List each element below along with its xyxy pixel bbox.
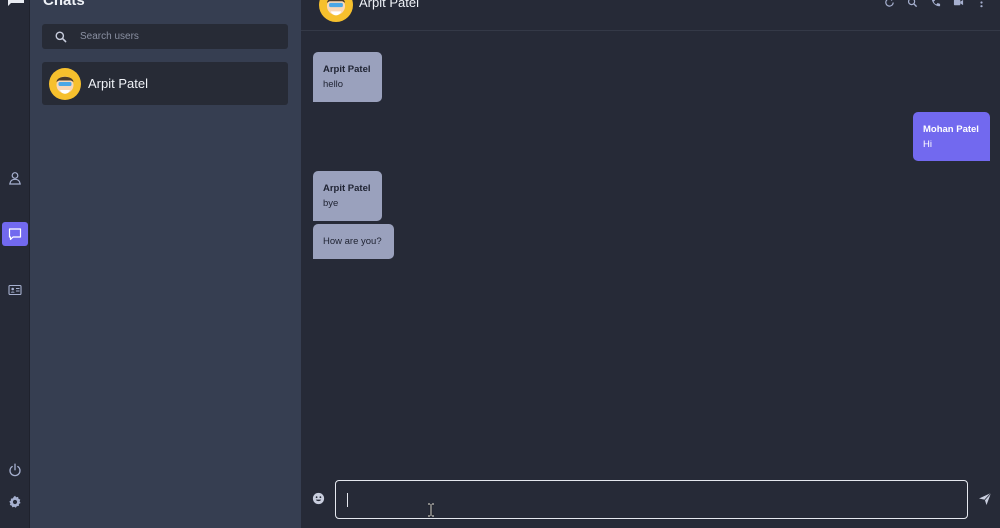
contact-name: Arpit Patel	[88, 76, 148, 91]
chats-sidebar: Chats Arpit Patel	[30, 0, 301, 528]
message-bubble-incoming: Arpit Patel bye	[313, 171, 382, 221]
chat-peer-name: Arpit Patel	[359, 0, 419, 10]
chat-panel: Arpit Patel Arpit Patel hello Mohan Pate…	[301, 0, 1000, 528]
message-sender: Arpit Patel	[323, 183, 371, 194]
text-cursor-icon	[428, 503, 434, 517]
phone-icon	[931, 0, 941, 7]
chats-nav-button[interactable]	[2, 222, 28, 246]
refresh-button[interactable]	[883, 0, 896, 9]
profile-nav-button[interactable]	[2, 166, 28, 190]
avatar	[319, 0, 353, 22]
message-bubble-incoming: How are you?	[313, 224, 394, 259]
logout-button[interactable]	[2, 458, 28, 482]
more-icon	[980, 1, 983, 8]
message-text: bye	[323, 198, 339, 209]
more-options-button[interactable]	[975, 0, 988, 9]
chat-icon	[8, 228, 22, 241]
message-sender: Arpit Patel	[323, 64, 371, 75]
contacts-nav-button[interactable]	[2, 278, 28, 302]
video-icon	[953, 0, 964, 6]
message-text: Hi	[923, 139, 932, 150]
app-window: Chats Arpit Patel	[0, 0, 1000, 528]
send-icon[interactable]	[978, 492, 992, 506]
video-call-button[interactable]	[952, 0, 965, 9]
search-input[interactable]	[80, 31, 270, 42]
search-icon	[54, 30, 68, 44]
user-icon	[9, 172, 21, 185]
chat-header: Arpit Patel	[301, 0, 1000, 31]
message-bubble-outgoing: Mohan Patel Hi	[913, 112, 990, 161]
power-icon	[9, 463, 21, 477]
contact-list-item[interactable]: Arpit Patel	[42, 62, 288, 105]
logo-icon	[8, 0, 24, 6]
chat-header-actions	[883, 0, 988, 9]
text-caret	[347, 493, 348, 507]
message-bubble-incoming: Arpit Patel hello	[313, 52, 382, 102]
search-button[interactable]	[906, 0, 919, 9]
avatar	[49, 67, 81, 100]
emoji-icon[interactable]	[312, 492, 325, 505]
message-composer	[335, 480, 968, 519]
message-text: hello	[323, 79, 344, 90]
search-box	[42, 24, 288, 49]
search-icon	[907, 0, 918, 8]
message-text: How are you?	[323, 236, 382, 247]
voice-call-button[interactable]	[929, 0, 942, 9]
settings-button[interactable]	[2, 490, 28, 514]
message-sender: Mohan Patel	[923, 124, 979, 135]
refresh-icon	[885, 0, 894, 7]
gear-icon	[9, 495, 21, 508]
sidebar-title: Chats	[43, 0, 85, 9]
contacts-icon	[8, 284, 22, 296]
nav-rail	[0, 0, 30, 528]
